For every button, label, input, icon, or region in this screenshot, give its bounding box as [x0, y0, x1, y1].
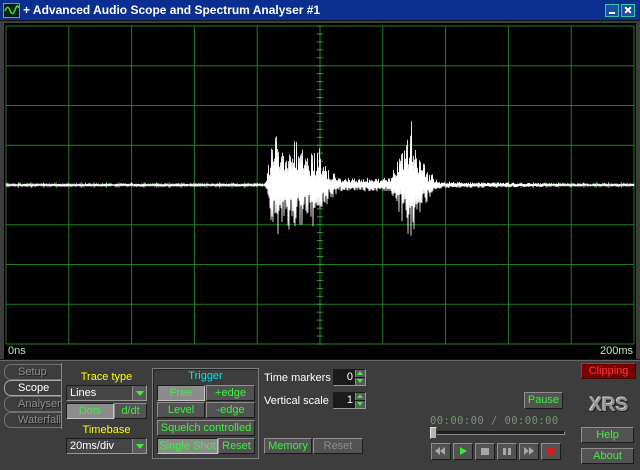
trace-type-dropdown[interactable]: Lines [66, 385, 147, 401]
time-markers-value[interactable]: 0 [334, 370, 355, 385]
about-button[interactable]: About [581, 448, 634, 464]
minimize-button[interactable] [605, 4, 619, 17]
time-axis-start-label: 0ns [8, 345, 26, 357]
scope-wave-icon[interactable] [3, 3, 20, 18]
single-shot-button[interactable]: Single Shot [157, 438, 218, 454]
timebase-value: 20ms/div [70, 440, 115, 452]
trigger-level-button[interactable]: Level [157, 402, 205, 418]
spin-down-icon[interactable] [355, 378, 365, 385]
tab-setup[interactable]: Setup [4, 364, 61, 380]
chevron-down-icon[interactable] [132, 386, 146, 400]
tab-strip-edge [61, 363, 62, 429]
spin-up-icon[interactable] [355, 370, 365, 377]
ddt-button[interactable]: d/dt [114, 403, 147, 419]
vertical-scale-value[interactable]: 1 [334, 393, 355, 408]
trigger-free-button[interactable]: Free [157, 385, 205, 401]
stop-button[interactable] [475, 443, 495, 460]
rewind-button[interactable] [431, 443, 451, 460]
time-markers-label: Time markers [264, 372, 331, 384]
dots-button[interactable]: Dots [66, 403, 114, 419]
title-bar[interactable]: + Advanced Audio Scope and Spectrum Anal… [0, 0, 640, 21]
trace-type-label: Trace type [80, 371, 133, 383]
timebase-dropdown[interactable]: 20ms/div [66, 438, 147, 454]
trigger-label: Trigger [188, 370, 223, 382]
trace-type-value: Lines [70, 387, 97, 399]
spin-up-icon[interactable] [355, 393, 365, 400]
record-button[interactable] [541, 443, 561, 460]
panel-separator [0, 359, 640, 361]
close-icon [622, 5, 634, 16]
trigger-plus-edge-button[interactable]: +edge [206, 385, 255, 401]
playback-time-display: 00:00:00 / 00:00:00 [430, 415, 559, 427]
tab-waterfall[interactable]: Waterfall [4, 412, 61, 428]
tab-analyser[interactable]: Analyser [4, 396, 61, 412]
tab-scope[interactable]: Scope [4, 380, 61, 396]
playback-slider-track[interactable] [432, 431, 565, 435]
spin-down-icon[interactable] [355, 401, 365, 408]
rewind-icon [432, 444, 450, 459]
trigger-reset-button[interactable]: Reset [218, 438, 255, 454]
close-button[interactable] [621, 4, 635, 17]
memory-reset-button[interactable]: Reset [313, 438, 363, 454]
time-axis-end-label: 200ms [599, 345, 633, 357]
stop-icon [476, 444, 494, 459]
play-button[interactable] [453, 443, 473, 460]
scope-plot [5, 25, 635, 345]
fast-forward-button[interactable] [519, 443, 539, 460]
pause-icon [498, 444, 516, 459]
pause-transport-button[interactable] [497, 443, 517, 460]
help-button[interactable]: Help [581, 427, 634, 443]
playback-slider-thumb[interactable] [430, 427, 437, 439]
trigger-minus-edge-button[interactable]: -edge [206, 402, 255, 418]
record-icon [542, 444, 560, 459]
clipping-indicator[interactable]: Clipping [581, 363, 636, 379]
timebase-label: Timebase [82, 424, 131, 436]
memory-button[interactable]: Memory [264, 438, 312, 454]
fast-forward-icon [520, 444, 538, 459]
vertical-scale-label: Vertical scale [264, 395, 329, 407]
time-markers-spinner[interactable]: 0 [333, 369, 366, 386]
window-title: + Advanced Audio Scope and Spectrum Anal… [23, 3, 321, 17]
minimize-icon [606, 5, 618, 16]
pause-button[interactable]: Pause [524, 392, 563, 409]
chevron-down-icon[interactable] [132, 439, 146, 453]
vertical-scale-spinner[interactable]: 1 [333, 392, 366, 409]
xrs-logo: XRS [589, 395, 629, 416]
play-icon [454, 444, 472, 459]
app-icon-graphic [3, 3, 20, 18]
squelch-controlled-button[interactable]: Squelch controlled [157, 420, 255, 436]
